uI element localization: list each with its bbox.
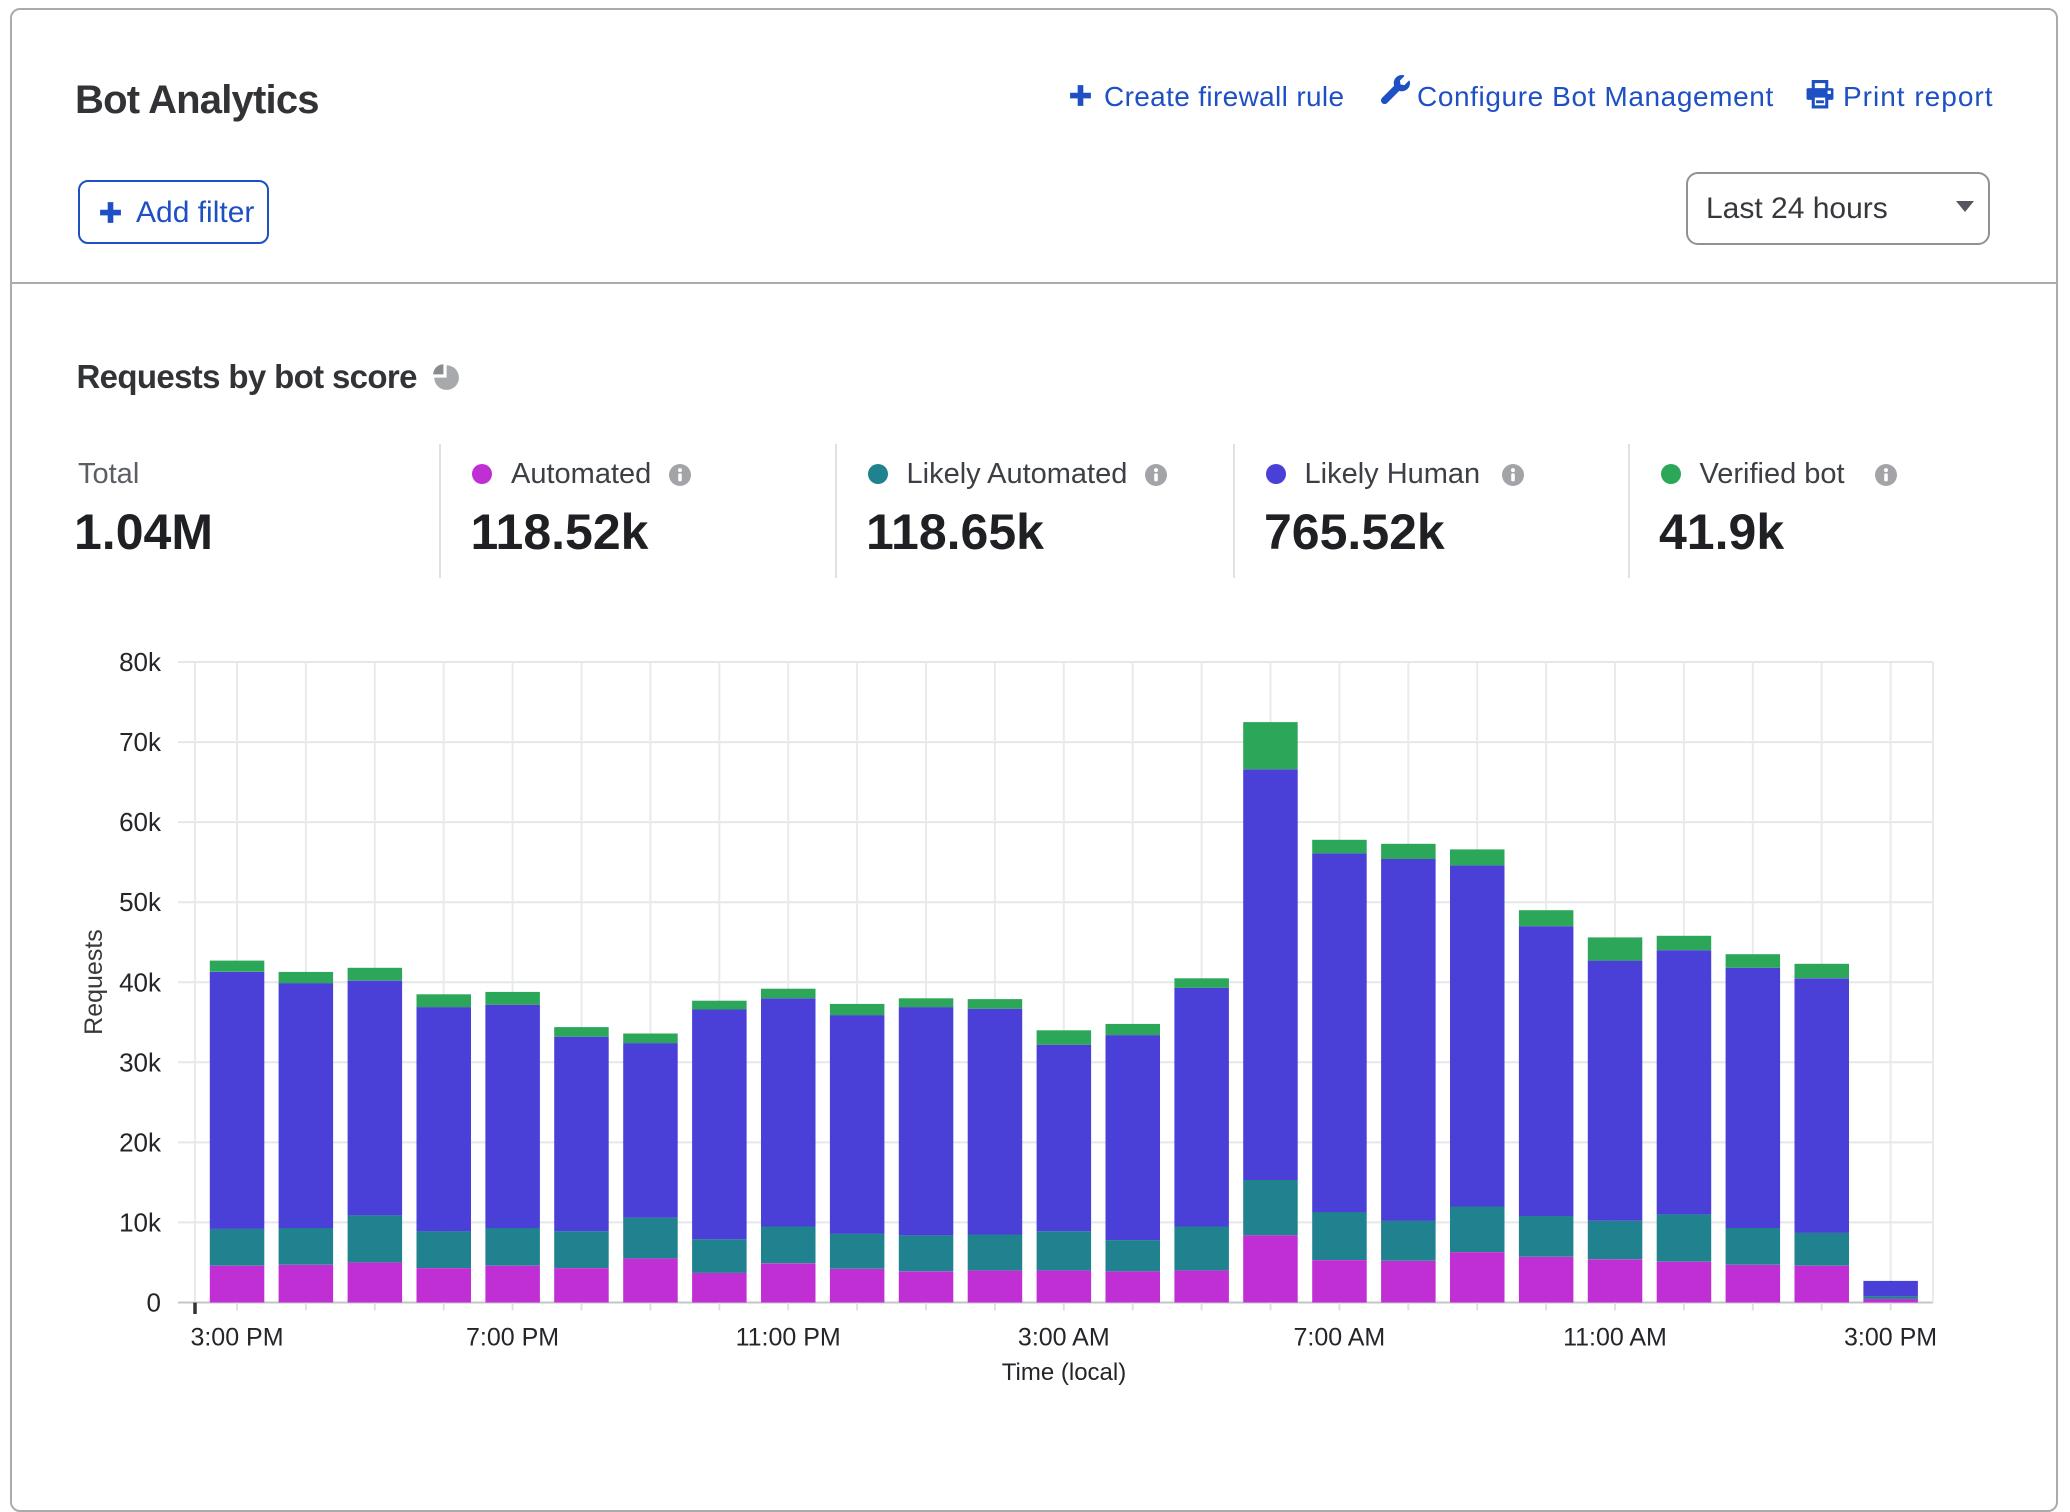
svg-text:0: 0	[147, 1288, 161, 1318]
svg-text:20k: 20k	[119, 1127, 162, 1157]
svg-text:11:00 AM: 11:00 AM	[1563, 1324, 1667, 1352]
svg-text:Time (local): Time (local)	[1002, 1359, 1126, 1386]
svg-text:80k: 80k	[119, 647, 162, 677]
svg-text:30k: 30k	[119, 1047, 162, 1077]
svg-text:3:00 PM: 3:00 PM	[1844, 1324, 1937, 1352]
svg-text:7:00 PM: 7:00 PM	[466, 1324, 559, 1352]
svg-text:3:00 PM: 3:00 PM	[190, 1324, 283, 1352]
svg-text:70k: 70k	[119, 727, 162, 757]
svg-text:11:00 PM: 11:00 PM	[736, 1324, 841, 1352]
svg-text:50k: 50k	[119, 887, 162, 917]
svg-text:Requests: Requests	[80, 929, 108, 1035]
svg-text:60k: 60k	[119, 807, 162, 837]
svg-text:7:00 AM: 7:00 AM	[1294, 1324, 1386, 1352]
svg-text:3:00 AM: 3:00 AM	[1018, 1324, 1110, 1352]
svg-text:40k: 40k	[119, 967, 162, 997]
svg-text:10k: 10k	[119, 1207, 162, 1237]
